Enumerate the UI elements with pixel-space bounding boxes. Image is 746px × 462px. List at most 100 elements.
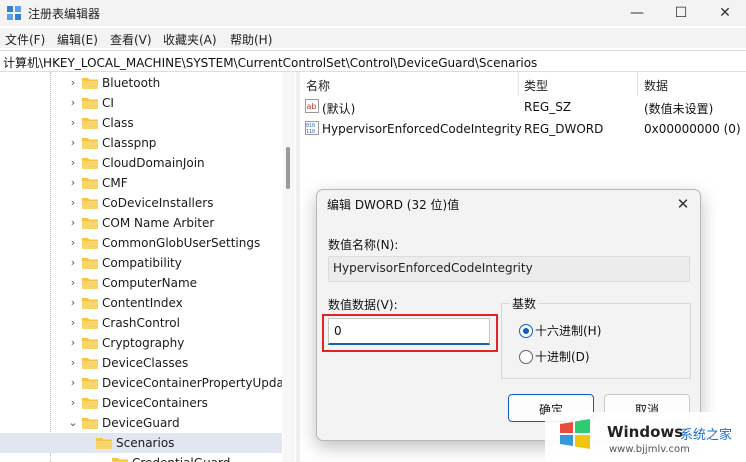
menu-help[interactable]: 帮助(H): [230, 31, 272, 48]
chevron-down-icon[interactable]: ⌄: [68, 416, 78, 430]
tree-node[interactable]: › ContentIndex: [0, 293, 282, 313]
column-separator[interactable]: [637, 72, 638, 96]
value-data-input[interactable]: 0: [328, 318, 490, 345]
tree-node[interactable]: › COM Name Arbiter: [0, 213, 282, 233]
tree-node[interactable]: › CoDeviceInstallers: [0, 193, 282, 213]
folder-icon: [82, 118, 98, 129]
value-data-label: 数值数据(V):: [328, 298, 398, 312]
chevron-right-icon[interactable]: ›: [68, 316, 78, 330]
tree-node[interactable]: › Cryptography: [0, 333, 282, 353]
value-type: REG_DWORD: [524, 122, 604, 136]
svg-text:ab: ab: [307, 102, 317, 111]
tree-node-label: CommonGlobUserSettings: [102, 236, 261, 250]
tree-scrollbar[interactable]: [283, 72, 295, 462]
menu-edit[interactable]: 编辑(E): [57, 31, 98, 48]
tree-node-label: CoDeviceInstallers: [102, 196, 214, 210]
column-header-data[interactable]: 数据: [644, 77, 668, 94]
chevron-right-icon[interactable]: ›: [68, 336, 78, 350]
tree-node[interactable]: › DeviceClasses: [0, 353, 282, 373]
tree-node[interactable]: › Compatibility: [0, 253, 282, 273]
folder-icon: [82, 198, 98, 209]
chevron-right-icon[interactable]: ›: [68, 96, 78, 110]
value-name: (默认): [322, 102, 356, 116]
value-data-text: 0: [334, 324, 342, 338]
menu-bar: 文件(F) 编辑(E) 查看(V) 收藏夹(A) 帮助(H): [0, 28, 746, 48]
chevron-right-icon[interactable]: ›: [68, 176, 78, 190]
tree-node[interactable]: › CrashControl: [0, 313, 282, 333]
dec-radio[interactable]: [519, 350, 533, 364]
chevron-right-icon[interactable]: ›: [68, 276, 78, 290]
tree-node[interactable]: › DeviceContainers: [0, 393, 282, 413]
value-row-default[interactable]: ab (默认) REG_SZ (数值未设置): [300, 96, 746, 118]
folder-icon: [82, 398, 98, 409]
chevron-right-icon[interactable]: ›: [68, 136, 78, 150]
folder-icon: [82, 238, 98, 249]
value-data: 0x00000000 (0): [644, 122, 741, 136]
menu-view[interactable]: 查看(V): [110, 31, 152, 48]
tree-node[interactable]: › Class: [0, 113, 282, 133]
tree-node[interactable]: Scenarios: [0, 433, 282, 453]
watermark-site-name: 系统之家: [680, 428, 733, 443]
chevron-right-icon[interactable]: ›: [68, 296, 78, 310]
tree-node-label: ContentIndex: [102, 296, 183, 310]
tree-node[interactable]: › ComputerName: [0, 273, 282, 293]
folder-icon: [82, 138, 98, 149]
column-header-name[interactable]: 名称: [306, 77, 330, 94]
value-name: HypervisorEnforcedCodeIntegrity: [322, 122, 522, 136]
folder-icon: [82, 318, 98, 329]
tree-node-label: Cryptography: [102, 336, 185, 350]
tree-node-label: DeviceContainerPropertyUpda: [102, 376, 282, 390]
windows-logo-icon: [560, 419, 590, 449]
regedit-icon: [7, 6, 21, 20]
address-bar[interactable]: 计算机\HKEY_LOCAL_MACHINE\SYSTEM\CurrentCon…: [0, 50, 746, 72]
tree-node-label: Bluetooth: [102, 76, 161, 90]
column-separator[interactable]: [518, 72, 519, 96]
tree-node[interactable]: CredentialGuard: [0, 453, 282, 462]
dec-radio-label[interactable]: 十进制(D): [535, 348, 590, 365]
folder-icon: [82, 178, 98, 189]
chevron-right-icon[interactable]: ›: [68, 376, 78, 390]
scrollbar-thumb[interactable]: [286, 147, 290, 189]
string-value-icon: ab: [305, 99, 319, 113]
tree-node[interactable]: ⌄ DeviceGuard: [0, 413, 282, 433]
tree-node[interactable]: › CI: [0, 93, 282, 113]
chevron-right-icon[interactable]: ›: [68, 256, 78, 270]
close-icon[interactable]: ✕: [713, 3, 737, 23]
chevron-right-icon[interactable]: ›: [68, 236, 78, 250]
chevron-right-icon[interactable]: ›: [68, 76, 78, 90]
watermark-windows-text: Windows: [607, 423, 684, 441]
tree-node[interactable]: › Classpnp: [0, 133, 282, 153]
maximize-icon[interactable]: ☐: [669, 3, 693, 23]
menu-favorites[interactable]: 收藏夹(A): [163, 31, 217, 48]
column-header-type[interactable]: 类型: [524, 77, 548, 94]
hex-radio[interactable]: [519, 324, 533, 338]
address-path: 计算机\HKEY_LOCAL_MACHINE\SYSTEM\CurrentCon…: [3, 56, 538, 70]
folder-open-icon: [96, 438, 112, 449]
tree-node[interactable]: › Bluetooth: [0, 73, 282, 93]
chevron-right-icon[interactable]: ›: [68, 156, 78, 170]
tree-node-label: CloudDomainJoin: [102, 156, 205, 170]
hex-radio-label[interactable]: 十六进制(H): [535, 322, 601, 339]
chevron-right-icon[interactable]: ›: [68, 216, 78, 230]
tree-node[interactable]: › CloudDomainJoin: [0, 153, 282, 173]
tree-node-label: COM Name Arbiter: [102, 216, 215, 230]
base-group: [501, 303, 691, 379]
value-name-label: 数值名称(N):: [328, 238, 399, 252]
minimize-icon[interactable]: —: [625, 3, 649, 23]
folder-icon: [82, 258, 98, 269]
chevron-right-icon[interactable]: ›: [68, 356, 78, 370]
chevron-right-icon[interactable]: ›: [68, 196, 78, 210]
tree-node-label: DeviceContainers: [102, 396, 208, 410]
folder-icon: [82, 378, 98, 389]
folder-icon: [82, 78, 98, 89]
tree-node[interactable]: › DeviceContainerPropertyUpda: [0, 373, 282, 393]
value-row-hvci[interactable]: 010 110 HypervisorEnforcedCodeIntegrity …: [300, 118, 746, 140]
folder-icon: [82, 338, 98, 349]
tree-node[interactable]: › CommonGlobUserSettings: [0, 233, 282, 253]
tree-node-label: CredentialGuard: [132, 456, 230, 462]
tree-node[interactable]: › CMF: [0, 173, 282, 193]
menu-file[interactable]: 文件(F): [5, 31, 45, 48]
close-icon[interactable]: ✕: [673, 194, 693, 214]
chevron-right-icon[interactable]: ›: [68, 116, 78, 130]
chevron-right-icon[interactable]: ›: [68, 396, 78, 410]
